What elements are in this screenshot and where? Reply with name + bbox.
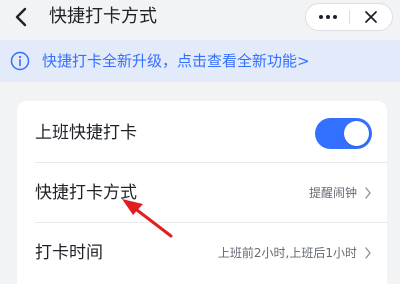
setting-row-quick-checkin: 上班快捷打卡 bbox=[17, 103, 387, 163]
more-dots-icon bbox=[317, 15, 338, 19]
setting-value: 提醒闹钟 bbox=[308, 186, 357, 200]
settings-card: 上班快捷打卡 快捷打卡方式 提醒闹钟 打卡时间 上班前2小时,上班后1小时 bbox=[17, 101, 387, 284]
more-button[interactable] bbox=[306, 4, 349, 30]
page: 快捷打卡方式 快捷打卡全新升级，点击查看全新功能> 上班快捷打卡 快捷打卡方式 … bbox=[0, 0, 400, 284]
page-title: 快捷打卡方式 bbox=[49, 6, 157, 27]
info-icon bbox=[10, 51, 30, 71]
setting-row-checkin-time[interactable]: 打卡时间 上班前2小时,上班后1小时 bbox=[17, 223, 387, 283]
setting-value: 上班前2小时,上班后1小时 bbox=[217, 246, 357, 260]
setting-label: 上班快捷打卡 bbox=[35, 123, 137, 143]
quick-checkin-toggle[interactable] bbox=[315, 118, 372, 149]
chevron-left-icon bbox=[15, 7, 27, 27]
header-bar: 快捷打卡方式 bbox=[0, 0, 400, 36]
setting-label: 打卡时间 bbox=[35, 243, 103, 263]
close-icon bbox=[365, 11, 377, 23]
back-button[interactable] bbox=[10, 6, 32, 28]
setting-row-checkin-method[interactable]: 快捷打卡方式 提醒闹钟 bbox=[17, 163, 387, 223]
toggle-knob bbox=[344, 121, 369, 146]
chevron-right-icon bbox=[365, 247, 371, 259]
close-button[interactable] bbox=[350, 4, 392, 30]
chevron-right-icon bbox=[365, 187, 371, 199]
setting-label: 快捷打卡方式 bbox=[35, 183, 137, 203]
notice-text: 快捷打卡全新升级，点击查看全新功能> bbox=[42, 52, 310, 70]
mini-program-capsule bbox=[305, 3, 393, 31]
upgrade-notice-banner[interactable]: 快捷打卡全新升级，点击查看全新功能> bbox=[0, 40, 400, 82]
